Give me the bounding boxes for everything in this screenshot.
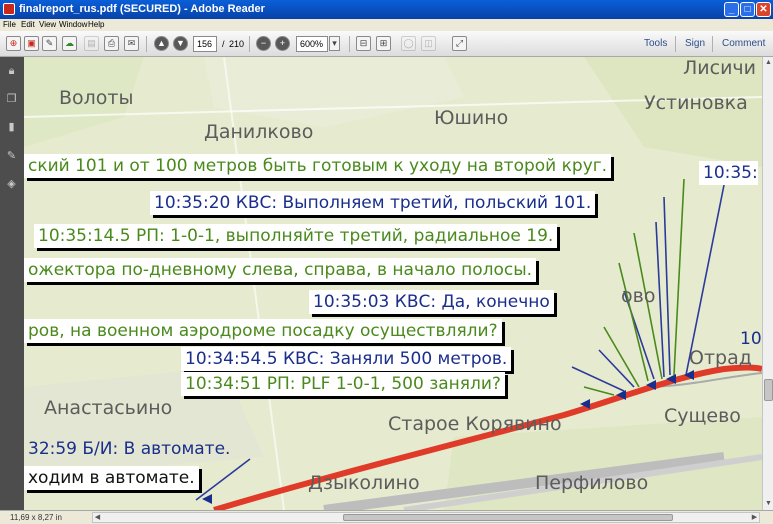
highlight-tool-icon[interactable]: ◫ — [421, 36, 436, 51]
transcript-label-partial: 10 — [740, 329, 762, 349]
map-place-label: Сущево — [664, 405, 741, 427]
map-place-label: ово — [621, 285, 656, 307]
menu-window[interactable]: Window — [59, 20, 87, 29]
map-place-label: Анастасьино — [44, 397, 173, 419]
transcript-label: 10:34:54.5 КВС: Заняли 500 метров. — [181, 347, 512, 371]
menu-file[interactable]: File — [3, 20, 16, 29]
map-place-label: Устиновка — [644, 92, 748, 114]
page-number-input[interactable]: 156 — [193, 36, 217, 52]
zoom-dropdown-icon[interactable]: ▾ — [329, 36, 340, 51]
maximize-button[interactable]: □ — [740, 2, 755, 17]
toolbar-divider — [249, 36, 250, 52]
zoom-out-icon[interactable]: − — [256, 36, 271, 51]
toolbar-divider — [146, 36, 147, 52]
next-page-icon[interactable]: ▼ — [173, 36, 188, 51]
zoom-in-icon[interactable]: + — [275, 36, 290, 51]
print-icon[interactable]: ⎙ — [104, 36, 119, 51]
zoom-input[interactable]: 600% — [296, 36, 328, 52]
lock-icon[interactable]: 🔒︎ — [5, 65, 18, 78]
transcript-label: ров, на военном аэродроме посадку осущес… — [24, 319, 502, 343]
page-total: 210 — [229, 39, 245, 49]
menu-view[interactable]: View — [39, 20, 56, 29]
previous-page-icon[interactable]: ▲ — [154, 36, 169, 51]
fit-width-icon[interactable]: ⊞ — [376, 36, 391, 51]
map-place-label: Данилково — [204, 121, 314, 143]
adobe-reader-icon — [3, 3, 15, 15]
vertical-scroll-thumb[interactable] — [764, 379, 773, 401]
title-bar: finalreport_rus.pdf (SECURED) - Adobe Re… — [0, 0, 773, 19]
minimize-button[interactable]: _ — [724, 2, 739, 17]
status-bar: 11,69 x 8,27 in ◀ ▶ — [0, 510, 773, 524]
comment-link[interactable]: Comment — [722, 38, 765, 49]
page-size-readout: 11,69 x 8,27 in — [10, 513, 62, 522]
transcript-label-partial: 10:35: — [699, 161, 758, 185]
page-separator: / — [222, 39, 225, 49]
open-icon[interactable]: ▣ — [24, 36, 39, 51]
comment-tool-icon[interactable]: ◯ — [401, 36, 416, 51]
scroll-left-icon[interactable]: ◀ — [93, 513, 102, 522]
signature-icon[interactable]: ✎ — [5, 150, 18, 163]
menu-edit[interactable]: Edit — [21, 20, 35, 29]
layers-icon[interactable]: ◈ — [5, 178, 18, 191]
toolbar-divider — [349, 36, 350, 52]
map-place-label: Перфилово — [535, 472, 649, 494]
map-place-label: Лисичи — [683, 57, 757, 79]
horizontal-scroll-thumb[interactable] — [343, 514, 673, 521]
horizontal-scrollbar[interactable]: ◀ ▶ — [92, 512, 760, 523]
full-screen-icon[interactable]: ⤢ — [452, 36, 467, 51]
document-view[interactable]: Лисичи Волоты Устиновка Данилково Юшино … — [24, 57, 762, 510]
transcript-label: 10:34:51 РП: PLF 1-0-1, 500 заняли? — [181, 372, 505, 396]
map-place-label: Дзыколино — [308, 472, 420, 494]
menu-bar: File Edit View Window Help — [0, 19, 773, 31]
toolbar-divider — [675, 36, 676, 52]
bookmark-icon[interactable]: ▮ — [5, 121, 18, 134]
tools-link[interactable]: Tools — [644, 38, 667, 49]
scroll-down-icon[interactable]: ▼ — [764, 499, 773, 508]
close-button[interactable]: ✕ — [756, 2, 771, 17]
sign-link[interactable]: Sign — [685, 38, 705, 49]
window-title: finalreport_rus.pdf (SECURED) - Adobe Re… — [19, 3, 265, 15]
menu-help[interactable]: Help — [88, 20, 104, 29]
transcript-label: ский 101 и от 100 метров быть готовым к … — [24, 154, 612, 178]
transcript-label: ожектора по-дневному слева, справа, в на… — [24, 258, 537, 282]
navigation-panel: 🔒︎ ❐ ▮ ✎ ◈ — [0, 57, 24, 510]
cloud-icon[interactable]: ☁ — [62, 36, 77, 51]
create-pdf-icon[interactable]: ⊕ — [6, 36, 21, 51]
transcript-label: ходим в автомате. — [24, 466, 199, 490]
transcript-label: 10:35:20 КВС: Выполняем третий, польский… — [150, 191, 596, 215]
transcript-label: 10:35:14.5 РП: 1-0-1, выполняйте третий,… — [34, 224, 558, 248]
map-place-label: Старое Корявино — [388, 413, 562, 435]
toolbar-divider — [712, 36, 713, 52]
transcript-label: 10:35:03 КВС: Да, конечно — [309, 290, 554, 314]
fit-page-icon[interactable]: ⊟ — [356, 36, 371, 51]
toolbar: ⊕ ▣ ✎ ☁ ▤ ⎙ ✉ ▲ ▼ 156 / 210 − + 600% ▾ ⊟… — [0, 31, 773, 57]
pages-icon[interactable]: ❐ — [5, 93, 18, 106]
map-place-label: Волоты — [59, 87, 134, 109]
edit-icon[interactable]: ✎ — [42, 36, 57, 51]
transcript-label: 32:59 Б/И: В автомате. — [28, 439, 231, 459]
save-icon[interactable]: ▤ — [84, 36, 99, 51]
map-place-label: Юшино — [434, 107, 509, 129]
scroll-up-icon[interactable]: ▲ — [764, 58, 773, 67]
scroll-right-icon[interactable]: ▶ — [750, 513, 759, 522]
vertical-scrollbar[interactable]: ▲ ▼ — [762, 57, 773, 510]
email-icon[interactable]: ✉ — [124, 36, 139, 51]
